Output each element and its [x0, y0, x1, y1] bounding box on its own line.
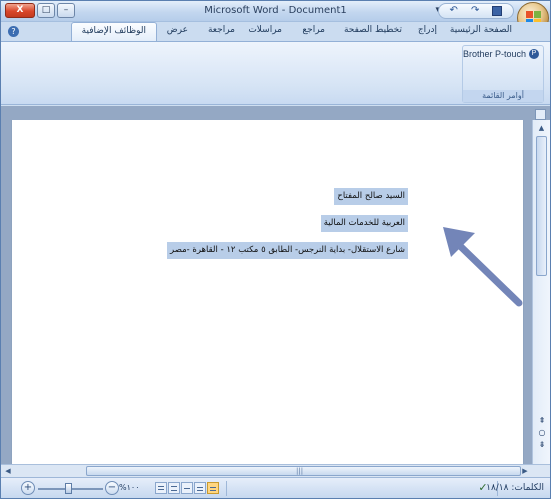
- ptouch-button[interactable]: Brother P-touch P: [463, 49, 539, 59]
- tab-view[interactable]: عرض: [167, 25, 188, 35]
- save-icon[interactable]: [492, 6, 503, 16]
- vertical-scroll-thumb[interactable]: [536, 136, 547, 276]
- horizontal-scroll-thumb[interactable]: [86, 466, 521, 476]
- status-bar: + − %١٠٠ ✓ الكلمات: ١٨/١٨: [1, 477, 550, 498]
- arrow-shaft: [453, 239, 523, 307]
- help-icon[interactable]: ?: [8, 26, 19, 37]
- zoom-out-button[interactable]: −: [105, 481, 119, 495]
- tab-references[interactable]: مراجع: [302, 25, 325, 35]
- quick-access-toolbar: ↶ ↷: [438, 3, 514, 19]
- text-line-address[interactable]: شارع الاستقلال- بداية النرجس- الطابق ٥ م…: [167, 242, 408, 259]
- text-line-company[interactable]: العربية للخدمات المالية: [320, 215, 408, 232]
- view-draft-button[interactable]: [155, 482, 167, 494]
- view-ruler-icon[interactable]: [535, 109, 546, 120]
- title-bar: Microsoft Word - Document1 X □ – ▾ ↶ ↷: [1, 1, 550, 34]
- menu-commands-group: Brother P-touch P أوامر القائمة: [462, 45, 544, 103]
- tab-addins[interactable]: الوظائف الإضافية: [70, 22, 157, 41]
- tab-page-layout[interactable]: تخطيط الصفحة: [344, 25, 402, 35]
- zoom-level[interactable]: %١٠٠: [119, 483, 140, 492]
- previous-page-icon[interactable]: ⇞: [538, 416, 546, 425]
- status-separator: [226, 481, 227, 496]
- tab-mailings[interactable]: مراسلات: [248, 25, 282, 35]
- text-line-name[interactable]: السيد صالح المفتاح: [334, 188, 408, 205]
- view-outline-button[interactable]: [168, 482, 180, 494]
- close-button[interactable]: X: [5, 3, 35, 18]
- view-full-screen-button[interactable]: [194, 482, 206, 494]
- undo-icon[interactable]: ↶: [450, 4, 458, 18]
- minimize-button[interactable]: –: [57, 3, 75, 18]
- word-count[interactable]: الكلمات: ١٨/١٨: [486, 483, 544, 493]
- scroll-right-icon[interactable]: ▶: [520, 466, 530, 476]
- view-web-layout-button[interactable]: [181, 482, 193, 494]
- browse-object-icon[interactable]: ○: [538, 428, 546, 437]
- tab-home[interactable]: الصفحة الرئيسية: [450, 25, 512, 35]
- vertical-scrollbar[interactable]: ▲ ⇞ ○ ⇟: [532, 120, 550, 464]
- view-print-layout-button[interactable]: [207, 482, 219, 494]
- tab-review[interactable]: مراجعة: [208, 25, 235, 35]
- ribbon: Brother P-touch P أوامر القائمة: [1, 41, 550, 105]
- word-window: Microsoft Word - Document1 X □ – ▾ ↶ ↷ ?…: [0, 0, 551, 499]
- scroll-left-icon[interactable]: ◀: [3, 466, 13, 476]
- horizontal-scrollbar[interactable]: ◀ ||| ▶: [1, 464, 550, 477]
- zoom-slider-handle[interactable]: [65, 483, 72, 494]
- group-label: أوامر القائمة: [463, 90, 543, 102]
- ribbon-tabs: ? الصفحة الرئيسية إدراج تخطيط الصفحة مرا…: [1, 22, 550, 41]
- maximize-button[interactable]: □: [37, 3, 55, 18]
- zoom-in-button[interactable]: +: [21, 481, 35, 495]
- scroll-up-icon[interactable]: ▲: [536, 123, 547, 134]
- redo-icon[interactable]: ↷: [471, 4, 479, 18]
- ptouch-label: Brother P-touch: [462, 49, 526, 59]
- next-page-icon[interactable]: ⇟: [538, 440, 546, 449]
- pointer-arrow-icon: [443, 227, 523, 307]
- tab-insert[interactable]: إدراج: [418, 25, 437, 35]
- ptouch-icon: P: [529, 49, 539, 59]
- scroll-grip-icon: |||: [296, 467, 304, 475]
